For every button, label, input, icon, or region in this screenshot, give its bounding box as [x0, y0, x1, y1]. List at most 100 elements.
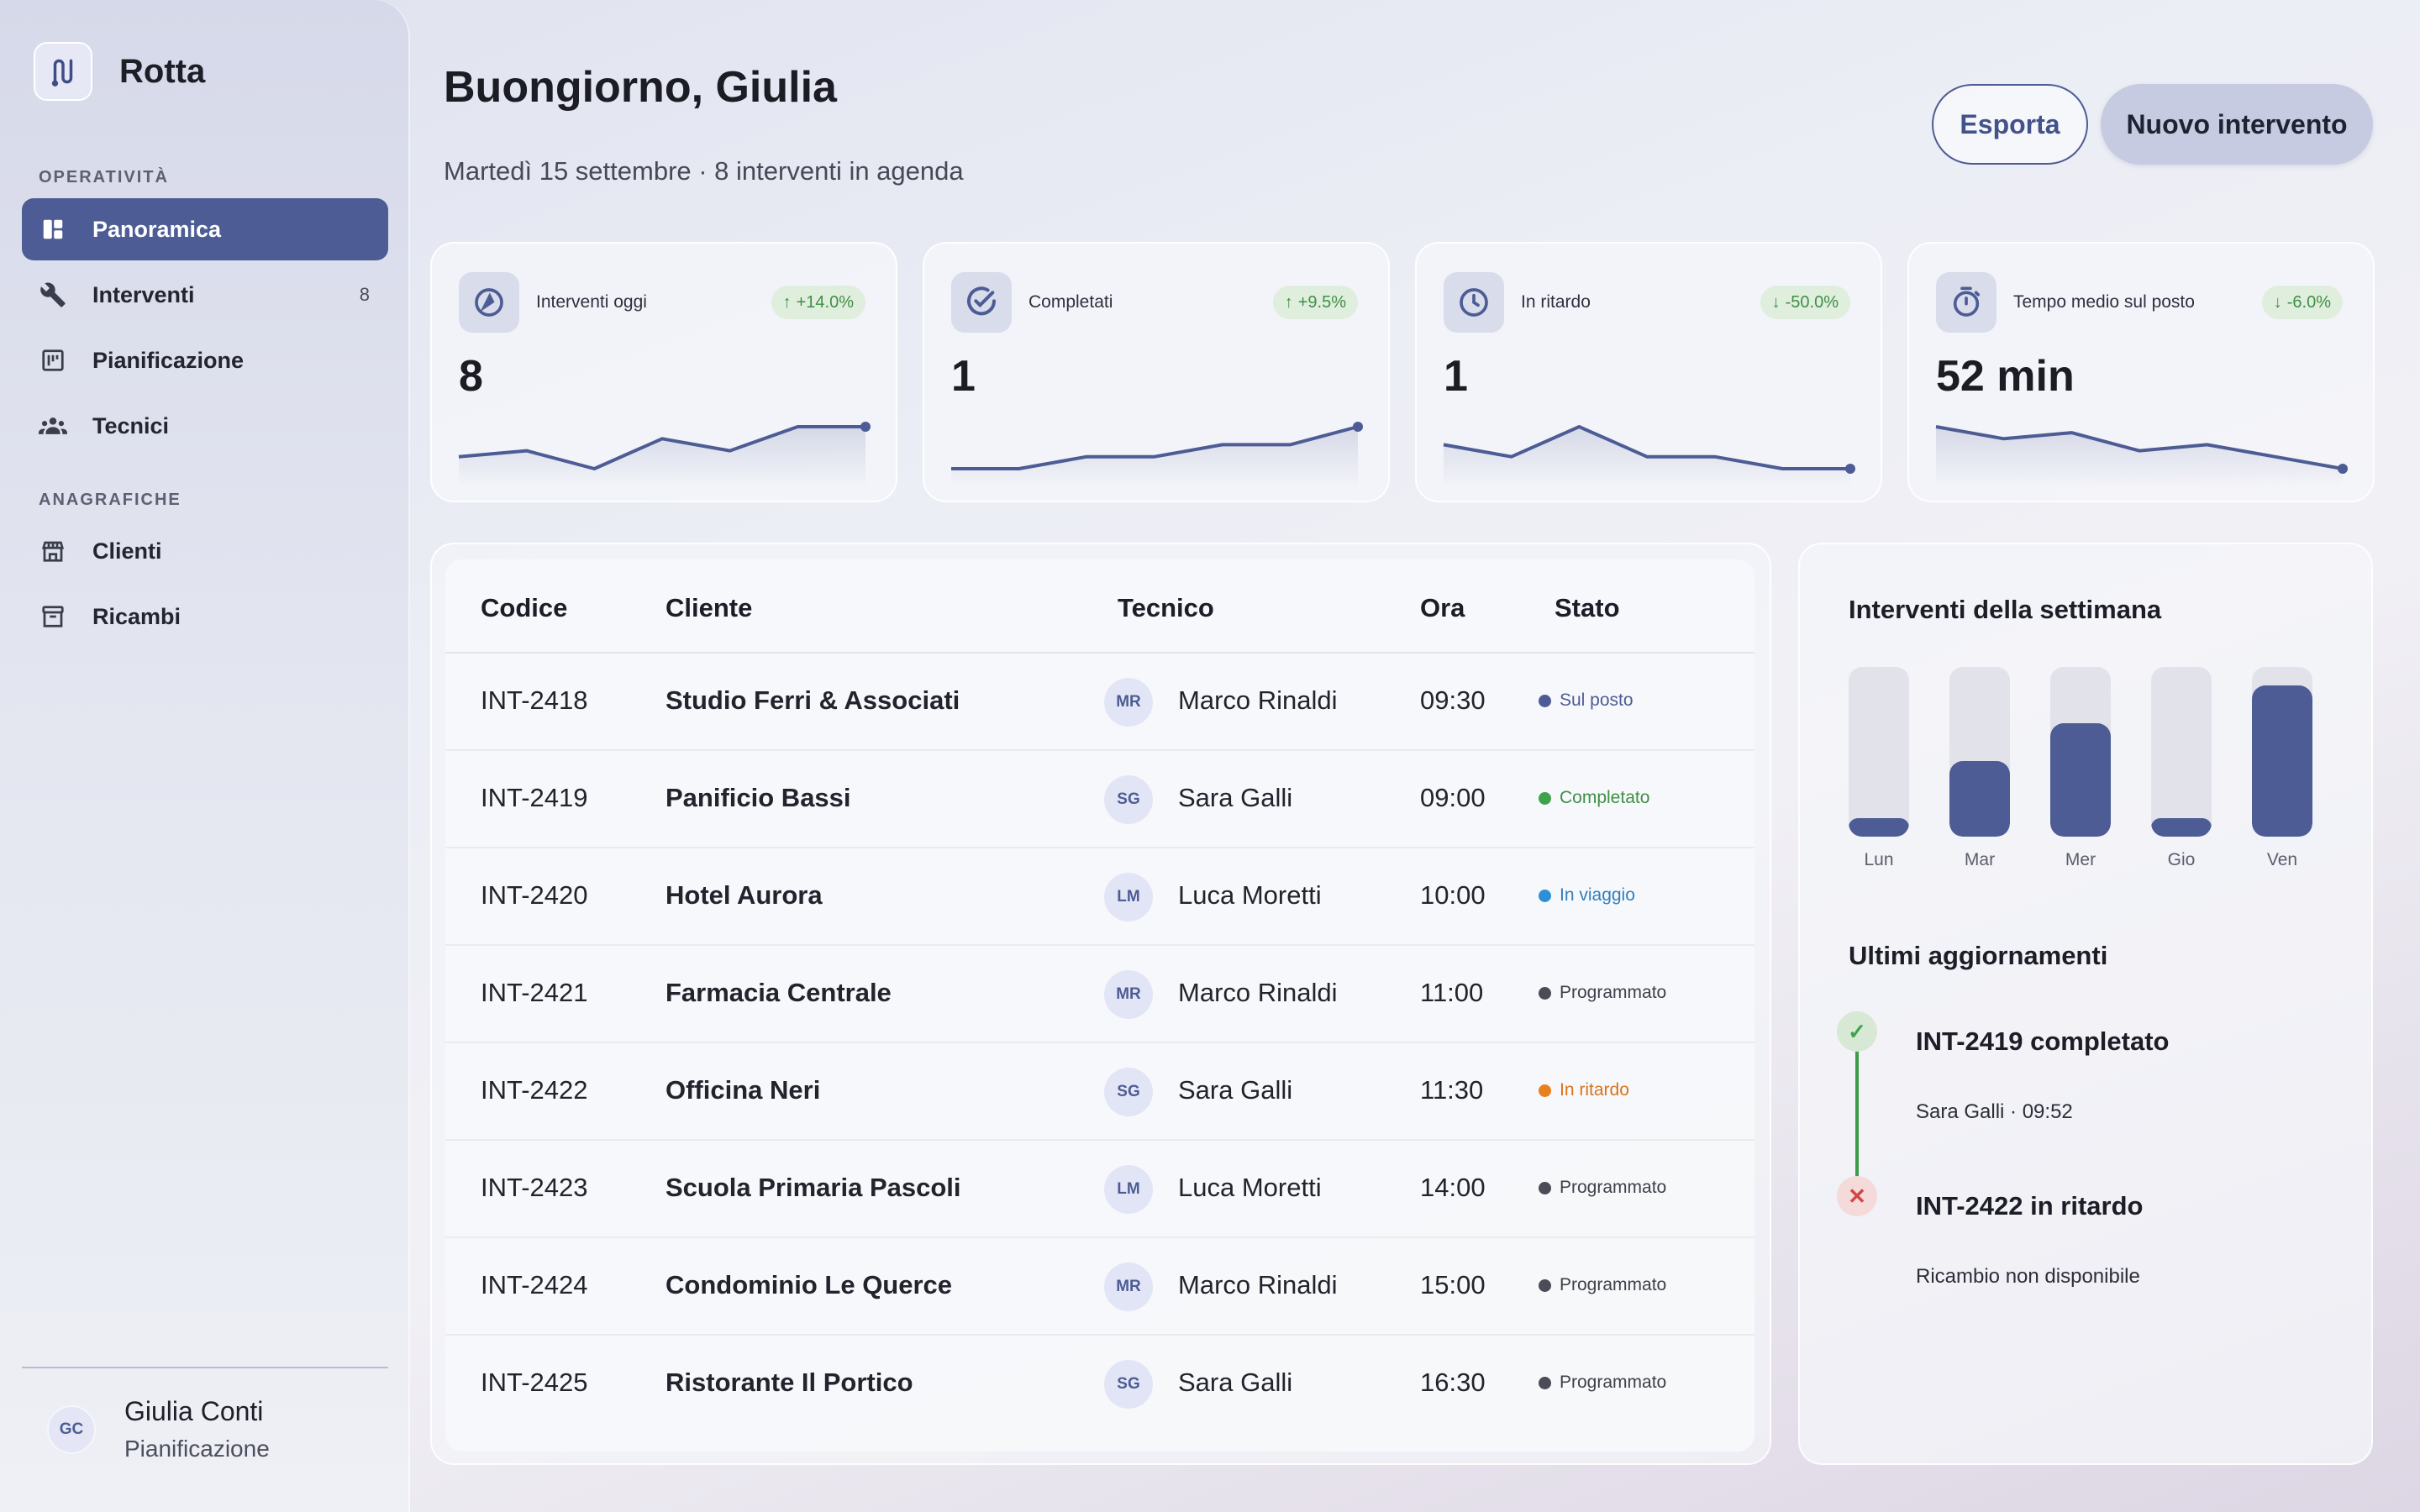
cell-technician: Sara Galli	[1178, 1368, 1293, 1397]
cell-time: 14:00	[1420, 1173, 1486, 1202]
status-dot-icon	[1539, 1376, 1551, 1389]
table-row[interactable]: INT-2419 Panificio Bassi SG Sara Galli 09:00…	[445, 751, 1754, 848]
sparkline-area	[459, 427, 865, 487]
cell-time: 09:30	[1420, 685, 1486, 715]
column-header-codice[interactable]: Codice	[481, 593, 567, 623]
avatar: GC	[47, 1404, 96, 1454]
table-row[interactable]: INT-2425 Ristorante Il Portico SG Sara Gall…	[445, 1336, 1754, 1433]
sidebar: Rotta OPERATIVITÀ Panoramica Interventi …	[0, 0, 410, 1512]
nav-section-operativita: OPERATIVITÀ	[39, 168, 169, 186]
status-label: Programmato	[1560, 1275, 1667, 1294]
sparkline-end-point	[2338, 464, 2348, 474]
status-label: Programmato	[1560, 983, 1667, 1002]
user-profile[interactable]: GC Giulia Conti Pianificazione	[47, 1396, 270, 1462]
kpi-card-in-ritardo[interactable]: In ritardo ↓ -50.0% 1	[1415, 242, 1882, 502]
bar-track	[2252, 667, 2312, 837]
table-row[interactable]: INT-2422 Officina Neri SG Sara Galli 11:30 In…	[445, 1043, 1754, 1141]
bar-gio[interactable]	[2151, 817, 2212, 837]
update-title: INT-2419 completato	[1916, 1026, 2170, 1056]
kpi-value: 1	[1444, 352, 1468, 401]
nav-item-label: Panoramica	[92, 216, 222, 242]
cell-code: INT-2419	[481, 783, 588, 812]
kpi-label: Completati	[1028, 292, 1113, 312]
sidebar-divider	[22, 1367, 388, 1368]
nav-item-pianificazione[interactable]: Pianificazione	[22, 329, 388, 391]
interventions-table: Codice Cliente Tecnico Ora Stato INT-241…	[445, 559, 1754, 1452]
avatar: MR	[1104, 678, 1153, 727]
nav-item-tecnici[interactable]: Tecnici	[22, 395, 388, 457]
store-icon	[39, 537, 67, 565]
status-badge: Programmato	[1539, 983, 1666, 1003]
nav-item-interventi[interactable]: Interventi 8	[22, 264, 388, 326]
cell-time: 16:30	[1420, 1368, 1486, 1397]
nav-section-anagrafiche: ANAGRAFICHE	[39, 491, 182, 509]
nav-item-ricambi[interactable]: Ricambi	[22, 585, 388, 648]
wrench-icon	[39, 281, 67, 309]
bar-lun[interactable]	[1849, 817, 1909, 837]
kpi-value: 52 min	[1936, 352, 2075, 401]
table-row[interactable]: INT-2421 Farmacia Centrale MR Marco Rinaldi…	[445, 946, 1754, 1043]
sparkline-end-point	[1353, 422, 1363, 432]
cell-client: Farmacia Centrale	[666, 978, 892, 1007]
weekly-chart-title: Interventi della settimana	[1849, 595, 2162, 624]
column-header-cliente[interactable]: Cliente	[666, 593, 752, 623]
status-dot-icon	[1539, 986, 1551, 1000]
kpi-card-interventi-oggi[interactable]: Interventi oggi ↑ +14.0% 8	[430, 242, 897, 502]
table-row[interactable]: INT-2423 Scuola Primaria Pascoli LM Luca Mo…	[445, 1141, 1754, 1238]
status-badge: Sul posto	[1539, 690, 1634, 711]
interventi-count-badge: 8	[359, 284, 370, 305]
kpi-card-completati[interactable]: Completati ↑ +9.5% 1	[923, 242, 1390, 502]
cell-code: INT-2425	[481, 1368, 588, 1397]
cell-time: 09:00	[1420, 783, 1486, 812]
column-header-stato[interactable]: Stato	[1555, 593, 1620, 623]
table-row[interactable]: INT-2420 Hotel Aurora LM Luca Moretti 10:00 I…	[445, 848, 1754, 946]
cell-client: Condominio Le Querce	[666, 1270, 953, 1299]
table-row[interactable]: INT-2424 Condominio Le Querce MR Marco Rina…	[445, 1238, 1754, 1336]
sparkline-end-point	[860, 422, 871, 432]
update-subtitle: Sara Galli · 09:52	[1916, 1100, 2073, 1123]
kpi-delta: -6.0%	[2286, 292, 2331, 312]
kpi-delta-badge: ↓ -50.0%	[1760, 286, 1850, 319]
avatar: LM	[1104, 873, 1153, 921]
avatar: MR	[1104, 1263, 1153, 1311]
kpi-label: In ritardo	[1521, 292, 1591, 312]
nav-item-label: Interventi	[92, 281, 195, 307]
kpi-sparkline	[458, 422, 871, 487]
bar-track	[1849, 667, 1909, 837]
arrow-down-icon: ↓	[2273, 292, 2282, 312]
cell-technician: Luca Moretti	[1178, 1173, 1322, 1202]
sparkline-end-point	[1845, 464, 1855, 474]
bar-ven[interactable]	[2252, 685, 2312, 837]
status-dot-icon	[1539, 1084, 1551, 1097]
kpi-sparkline	[1935, 425, 2348, 487]
bar-mar[interactable]	[1949, 761, 2010, 837]
page-title: Buongiorno, Giulia	[444, 63, 837, 112]
kpi-card-tempo-medio[interactable]: Tempo medio sul posto ↓ -6.0% 52 min	[1907, 242, 2375, 502]
user-role: Pianificazione	[124, 1436, 270, 1462]
brand[interactable]: Rotta	[34, 42, 205, 101]
status-label: Programmato	[1560, 1373, 1667, 1392]
check-icon: ✓	[1837, 1011, 1877, 1052]
cell-client: Scuola Primaria Pascoli	[666, 1173, 961, 1202]
route-logo-icon	[34, 42, 92, 101]
table-row[interactable]: INT-2418 Studio Ferri & Associati MR Marco …	[445, 654, 1754, 751]
column-header-ora[interactable]: Ora	[1420, 593, 1465, 623]
status-badge: Programmato	[1539, 1275, 1666, 1295]
status-dot-icon	[1539, 694, 1551, 707]
status-badge: In viaggio	[1539, 885, 1635, 906]
nav-item-clienti[interactable]: Clienti	[22, 520, 388, 582]
avatar: SG	[1104, 1360, 1153, 1409]
kpi-sparkline	[1443, 425, 1855, 487]
status-badge: Programmato	[1539, 1373, 1666, 1393]
status-badge: Completato	[1539, 788, 1649, 808]
nav-item-panoramica[interactable]: Panoramica	[22, 198, 388, 260]
export-button[interactable]: Esporta	[1932, 84, 2088, 165]
column-header-tecnico[interactable]: Tecnico	[1118, 593, 1214, 623]
bar-mer[interactable]	[2050, 723, 2111, 837]
kpi-sparkline	[951, 422, 1363, 487]
clock-icon	[1444, 272, 1504, 333]
update-subtitle: Ricambio non disponibile	[1916, 1265, 2140, 1288]
app-name: Rotta	[119, 52, 206, 90]
cell-technician: Marco Rinaldi	[1178, 685, 1338, 715]
new-intervention-button[interactable]: Nuovo intervento	[2101, 84, 2373, 165]
